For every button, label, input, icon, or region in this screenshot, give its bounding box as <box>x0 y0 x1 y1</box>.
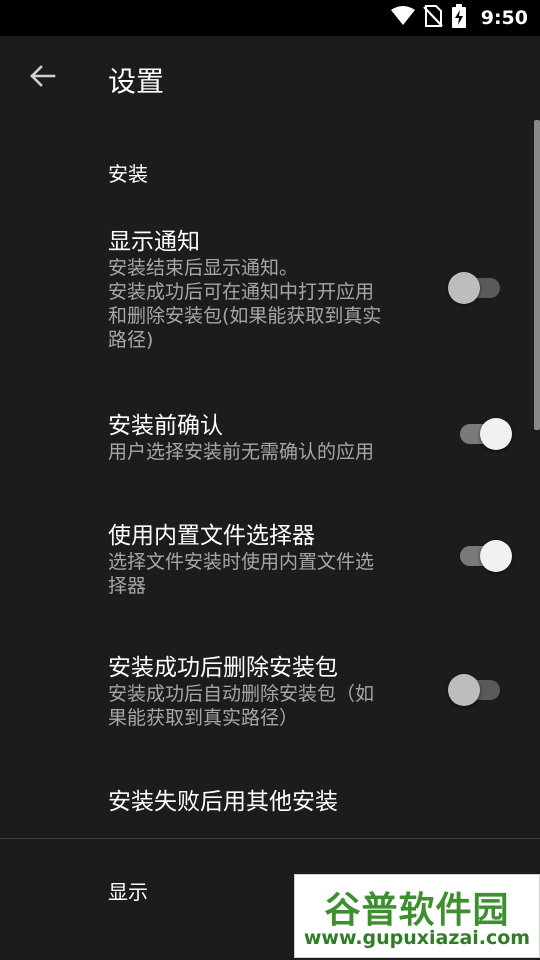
pref-show-notification[interactable]: 显示通知 安装结束后显示通知。 安装成功后可在通知中打开应用 和删除安装包(如果… <box>0 216 540 366</box>
summary-line: 路径) <box>108 329 154 351</box>
toggle-thumb <box>448 272 480 304</box>
page-title: 设置 <box>108 65 165 98</box>
category-display: 显示 <box>108 880 148 904</box>
pref-summary: 安装结束后显示通知。 安装成功后可在通知中打开应用 和删除安装包(如果能获取到真… <box>108 256 418 352</box>
pref-title: 安装成功后删除安装包 <box>108 655 338 681</box>
toggle-thumb <box>448 674 480 706</box>
toggle-switch[interactable] <box>448 268 512 308</box>
toggle-thumb <box>480 418 512 450</box>
pref-builtin-file-picker[interactable]: 使用内置文件选择器 选择文件安装时使用内置文件选 择器 <box>0 510 540 610</box>
status-icons: 9:50 <box>390 0 528 36</box>
status-time: 9:50 <box>480 7 528 29</box>
summary-line: 和删除安装包(如果能获取到真实 <box>108 305 382 327</box>
pref-title: 显示通知 <box>108 229 200 255</box>
summary-line: 安装成功后可在通知中打开应用 <box>108 281 375 303</box>
toggle-thumb <box>480 540 512 572</box>
pref-title: 安装前确认 <box>108 413 223 439</box>
pref-summary: 安装成功后自动删除安装包（如 果能获取到真实路径） <box>108 682 418 730</box>
arrow-back-icon <box>28 62 56 94</box>
pref-summary: 用户选择安装前无需确认的应用 <box>108 440 438 464</box>
pref-delete-package-after-install[interactable]: 安装成功后删除安装包 安装成功后自动删除安装包（如 果能获取到真实路径） <box>0 642 540 742</box>
app-bar: 设置 <box>0 36 540 120</box>
settings-list: 安装 显示通知 安装结束后显示通知。 安装成功后可在通知中打开应用 和删除安装包… <box>0 120 540 960</box>
watermark-logo: 谷普软件园 www.gupuxiazai.com <box>294 874 540 958</box>
pref-title: 安装失败后用其他安装 <box>108 789 338 815</box>
summary-line: 果能获取到真实路径） <box>108 707 299 729</box>
summary-line: 安装结束后显示通知。 <box>108 257 299 279</box>
toggle-switch[interactable] <box>448 670 512 710</box>
pref-summary: 选择文件安装时使用内置文件选 择器 <box>108 550 418 598</box>
battery-charging-icon <box>451 4 467 32</box>
pref-confirm-before-install[interactable]: 安装前确认 用户选择安装前无需确认的应用 <box>0 400 540 480</box>
section-divider <box>0 838 540 839</box>
toggle-switch[interactable] <box>448 536 512 576</box>
scrollbar[interactable] <box>534 120 540 430</box>
summary-line: 择器 <box>108 575 147 597</box>
pref-fallback-installer[interactable]: 安装失败后用其他安装 <box>0 776 540 826</box>
category-install: 安装 <box>108 162 148 186</box>
watermark-url: www.gupuxiazai.com <box>303 927 531 949</box>
no-sim-icon <box>422 5 443 31</box>
status-bar: 9:50 <box>0 0 540 36</box>
watermark-name: 谷普软件园 <box>324 890 510 931</box>
wifi-icon <box>390 6 415 30</box>
summary-line: 用户选择安装前无需确认的应用 <box>108 441 375 463</box>
toggle-switch[interactable] <box>448 414 512 454</box>
summary-line: 选择文件安装时使用内置文件选 <box>108 551 375 573</box>
back-button[interactable] <box>20 56 64 100</box>
pref-title: 使用内置文件选择器 <box>108 523 315 549</box>
summary-line: 安装成功后自动删除安装包（如 <box>108 683 375 705</box>
